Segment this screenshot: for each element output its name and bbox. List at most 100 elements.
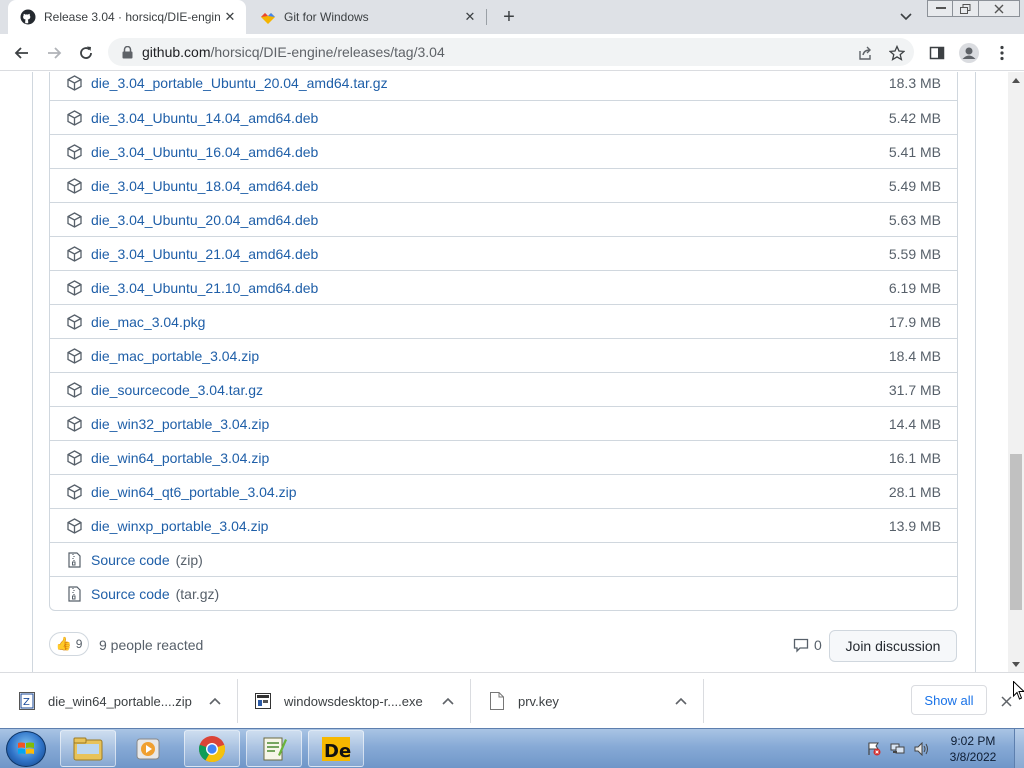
file-zip-icon — [66, 585, 82, 602]
package-icon — [66, 347, 82, 364]
asset-size: 5.49 MB — [888, 177, 941, 194]
notepad-plus-taskbar-button[interactable] — [246, 730, 302, 767]
network-icon[interactable] — [890, 741, 906, 757]
reload-button[interactable] — [72, 39, 100, 67]
asset-link[interactable]: die_sourcecode_3.04.tar.gz — [91, 382, 889, 398]
asset-link[interactable]: die_3.04_Ubuntu_16.04_amd64.deb — [91, 144, 889, 160]
asset-size: 5.63 MB — [888, 211, 941, 228]
comment-count[interactable]: 0 — [793, 637, 822, 653]
package-icon — [66, 415, 82, 432]
asset-row: die_3.04_portable_Ubuntu_20.04_amd64.tar… — [50, 72, 957, 100]
new-tab-button[interactable]: + — [497, 5, 521, 29]
minimize-button[interactable] — [927, 0, 954, 17]
asset-link[interactable]: die_win64_qt6_portable_3.04.zip — [91, 484, 889, 500]
package-icon — [66, 279, 82, 296]
chevron-up-icon[interactable] — [673, 693, 689, 709]
start-button[interactable] — [6, 731, 46, 767]
page-scrollbar[interactable] — [1008, 72, 1024, 672]
media-player-taskbar-button[interactable] — [120, 730, 176, 767]
file-zip-icon — [66, 551, 82, 568]
close-icon[interactable]: ✕ — [460, 7, 480, 27]
show-all-downloads-button[interactable]: Show all — [911, 685, 987, 715]
asset-row: die_sourcecode_3.04.tar.gz 31.7 MB — [50, 372, 957, 406]
thumbs-up-icon: 👍 — [55, 636, 72, 651]
join-discussion-button[interactable]: Join discussion — [829, 630, 957, 662]
page-content: die_3.04_portable_Ubuntu_20.04_amd64.tar… — [0, 72, 1008, 672]
die-taskbar-button[interactable]: De — [308, 730, 364, 767]
asset-size: 17.9 MB — [888, 313, 941, 330]
divider — [975, 72, 976, 672]
download-filename: prv.key — [518, 693, 559, 709]
url-host: github.com — [142, 44, 211, 60]
address-bar[interactable]: github.com/horsicq/DIE-engine/releases/t… — [108, 38, 914, 66]
svg-text:De: De — [324, 741, 351, 762]
asset-row: die_win64_portable_3.04.zip 16.1 MB — [50, 440, 957, 474]
divider — [32, 72, 33, 672]
git-icon — [260, 9, 276, 25]
asset-size: 18.4 MB — [888, 347, 941, 364]
scroll-thumb[interactable] — [1010, 454, 1022, 610]
chevron-up-icon[interactable] — [440, 693, 456, 709]
package-icon — [66, 483, 82, 500]
asset-row: die_3.04_Ubuntu_21.10_amd64.deb 6.19 MB — [50, 270, 957, 304]
profile-avatar-icon[interactable] — [955, 39, 983, 67]
asset-link[interactable]: die_3.04_portable_Ubuntu_20.04_amd64.tar… — [91, 75, 889, 91]
chevron-up-icon[interactable] — [207, 693, 223, 709]
forward-button[interactable] — [40, 39, 68, 67]
explorer-taskbar-button[interactable] — [60, 730, 116, 767]
download-item[interactable]: windowsdesktop-r....exe — [236, 679, 470, 723]
asset-link[interactable]: die_3.04_Ubuntu_18.04_amd64.deb — [91, 178, 889, 194]
volume-icon[interactable] — [914, 741, 930, 757]
asset-size: 14.4 MB — [888, 415, 941, 432]
notepad-plus-icon — [263, 737, 287, 760]
lock-icon[interactable] — [120, 45, 134, 59]
asset-link[interactable]: die_winxp_portable_3.04.zip — [91, 518, 889, 534]
asset-row: die_win64_qt6_portable_3.04.zip 28.1 MB — [50, 474, 957, 508]
show-desktop-button[interactable] — [1014, 729, 1024, 768]
asset-row: die_3.04_Ubuntu_20.04_amd64.deb 5.63 MB — [50, 202, 957, 236]
tab-title: Git for Windows — [284, 10, 369, 24]
asset-row: die_3.04_Ubuntu_18.04_amd64.deb 5.49 MB — [50, 168, 957, 202]
menu-kebab-icon[interactable] — [988, 39, 1016, 67]
reaction-count: 9 — [75, 637, 83, 651]
archive-file-icon: Z — [18, 692, 36, 710]
thumbs-up-reaction[interactable]: 👍 9 — [49, 632, 89, 656]
reactions-bar: 👍 9 9 people reacted 0 Join discussion — [49, 630, 958, 664]
system-clock[interactable]: 9:02 PM 3/8/2022 — [940, 733, 1006, 765]
close-window-button[interactable] — [978, 0, 1020, 17]
asset-link[interactable]: die_win64_portable_3.04.zip — [91, 450, 889, 466]
asset-row: die_win32_portable_3.04.zip 14.4 MB — [50, 406, 957, 440]
asset-link[interactable]: die_mac_portable_3.04.zip — [91, 348, 889, 364]
tab-search-icon[interactable] — [895, 6, 917, 28]
flag-alert-icon[interactable] — [866, 741, 882, 757]
source-code-link[interactable]: Source code — [91, 586, 170, 602]
scroll-down-arrow-icon[interactable] — [1008, 656, 1024, 672]
download-item[interactable]: prv.key — [470, 679, 703, 723]
asset-link[interactable]: die_3.04_Ubuntu_14.04_amd64.deb — [91, 110, 889, 126]
tab-git-for-windows[interactable]: Git for Windows ✕ — [248, 0, 486, 34]
asset-link[interactable]: die_mac_3.04.pkg — [91, 314, 889, 330]
close-icon[interactable]: ✕ — [220, 7, 240, 27]
asset-link[interactable]: die_3.04_Ubuntu_21.04_amd64.deb — [91, 246, 889, 262]
restore-button[interactable] — [952, 0, 979, 17]
tab-strip: Release 3.04 · horsicq/DIE-engine ✕ Git … — [0, 0, 1024, 34]
share-icon[interactable] — [856, 44, 874, 62]
side-panel-icon[interactable] — [923, 39, 951, 67]
asset-link[interactable]: die_3.04_Ubuntu_20.04_amd64.deb — [91, 212, 889, 228]
asset-row: die_winxp_portable_3.04.zip 13.9 MB — [50, 508, 957, 542]
bookmark-star-icon[interactable] — [888, 44, 906, 62]
clock-date: 3/8/2022 — [949, 750, 997, 764]
windows-logo-icon — [18, 742, 34, 754]
scroll-up-arrow-icon[interactable] — [1008, 72, 1024, 88]
source-code-link[interactable]: Source code — [91, 552, 170, 568]
die-app-icon: De — [322, 736, 351, 762]
asset-link[interactable]: die_win32_portable_3.04.zip — [91, 416, 889, 432]
tab-release[interactable]: Release 3.04 · horsicq/DIE-engine ✕ — [8, 0, 246, 34]
asset-link[interactable]: die_3.04_Ubuntu_21.10_amd64.deb — [91, 280, 889, 296]
tab-title: Release 3.04 · horsicq/DIE-engine — [44, 10, 220, 24]
download-item[interactable]: Z die_win64_portable....zip — [0, 679, 237, 723]
download-filename: windowsdesktop-r....exe — [284, 693, 423, 709]
asset-row: die_mac_3.04.pkg 17.9 MB — [50, 304, 957, 338]
back-button[interactable] — [8, 39, 36, 67]
chrome-taskbar-button[interactable] — [184, 730, 240, 767]
